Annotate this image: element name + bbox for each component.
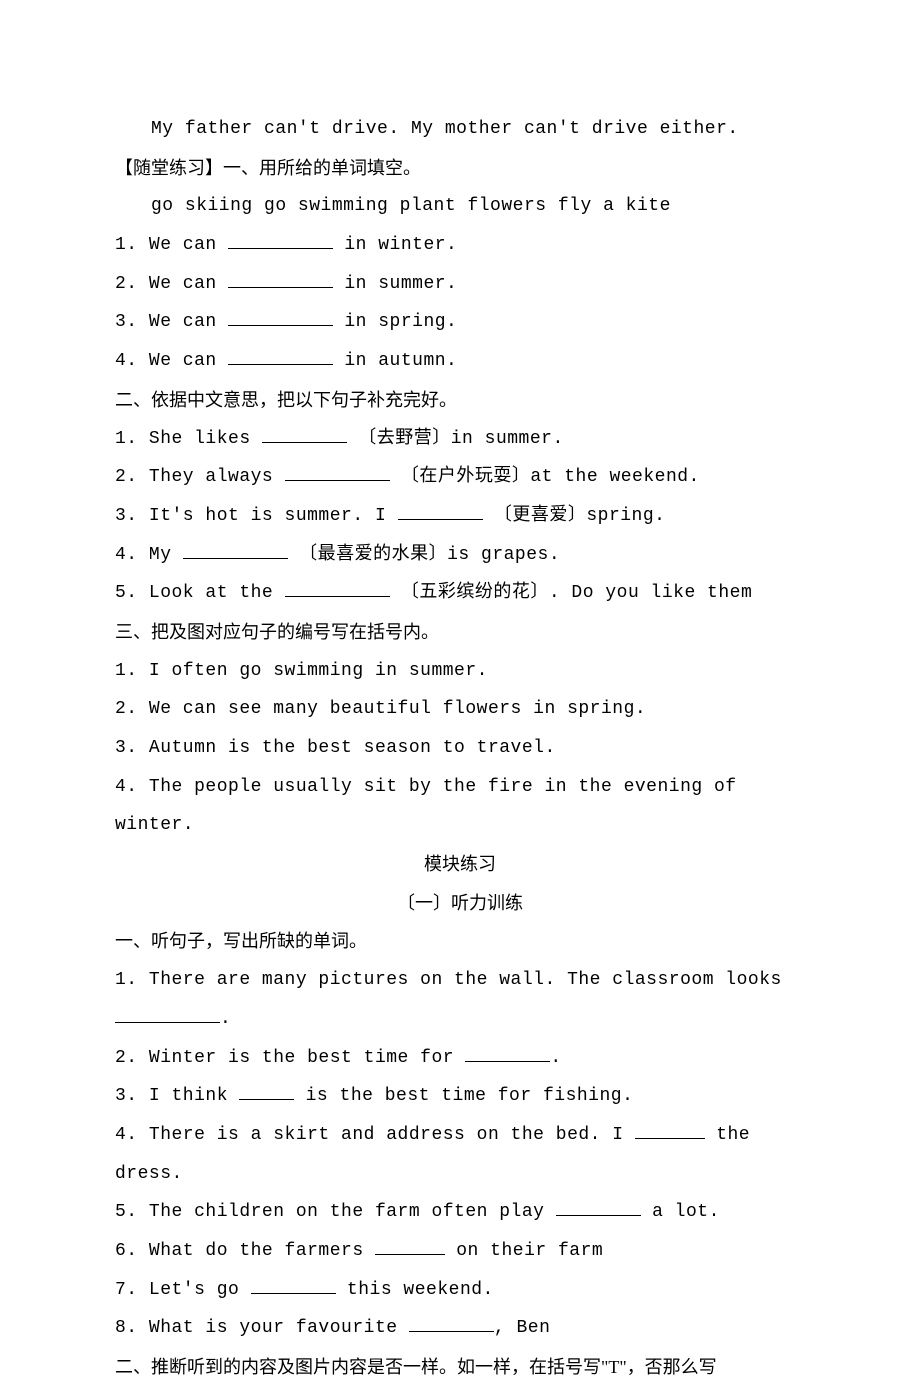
blank [115, 1022, 220, 1023]
ex4-q2-a: 2. Winter is the best time for [115, 1048, 465, 1068]
ex3-q3: 3. Autumn is the best season to travel. [115, 729, 805, 768]
ex1-q4-b: in autumn. [333, 351, 457, 371]
listening-section1-title: 一、听句子，写出所缺的单词。 [115, 922, 805, 961]
ex3-q1: 1. I often go swimming in summer. [115, 652, 805, 691]
ex2-q4: 4. My 〔最喜爱的水果〕is grapes. [115, 536, 805, 575]
ex3-q2: 2. We can see many beautiful flowers in … [115, 690, 805, 729]
classwork-title: 【随堂练习】一、用所给的单词填空。 [115, 149, 805, 188]
ex4-q7-b: this weekend. [336, 1280, 494, 1300]
ex4-q8: 8. What is your favourite , Ben [115, 1309, 805, 1348]
ex1-q1: 1. We can in winter. [115, 226, 805, 265]
ex2-q4-b: 〔最喜爱的水果〕is grapes. [288, 545, 560, 565]
ex4-q3: 3. I think is the best time for fishing. [115, 1077, 805, 1116]
ex4-q4: 4. There is a skirt and address on the b… [115, 1116, 805, 1193]
ex3-q4: 4. The people usually sit by the fire in… [115, 768, 805, 845]
ex2-q5-b: 〔五彩缤纷的花〕. Do you like them [390, 583, 753, 603]
ex2-q4-a: 4. My [115, 545, 183, 565]
ex1-q3-a: 3. We can [115, 312, 228, 332]
ex2-q1-a: 1. She likes [115, 429, 262, 449]
ex4-q6-a: 6. What do the farmers [115, 1241, 375, 1261]
listening-section2-title: 二、推断听到的内容及图片内容是否一样。如一样，在括号写"T"，否那么写 [115, 1348, 805, 1387]
ex4-q5-a: 5. The children on the farm often play [115, 1202, 556, 1222]
ex2-q1-b: 〔去野营〕in summer. [347, 429, 564, 449]
ex1-q1-a: 1. We can [115, 235, 228, 255]
listening-title: 〔一〕听力训练 [115, 884, 805, 923]
ex2-q3-a: 3. It's hot is summer. I [115, 506, 398, 526]
ex4-q8-b: , Ben [494, 1318, 551, 1338]
blank [556, 1215, 641, 1216]
ex4-q1-b: . [220, 1009, 231, 1029]
ex2-q3: 3. It's hot is summer. I 〔更喜爱〕spring. [115, 497, 805, 536]
ex2-q5-a: 5. Look at the [115, 583, 285, 603]
ex2-q2-b: 〔在户外玩耍〕at the weekend. [390, 467, 700, 487]
intro-sentence: My father can't drive. My mother can't d… [115, 110, 805, 149]
blank [375, 1254, 445, 1255]
ex4-q3-b: is the best time for fishing. [294, 1086, 633, 1106]
blank [228, 287, 333, 288]
blank [228, 248, 333, 249]
ex4-q3-a: 3. I think [115, 1086, 239, 1106]
word-bank: go skiing go swimming plant flowers fly … [115, 187, 805, 226]
section3-title: 三、把及图对应句子的编号写在括号内。 [115, 613, 805, 652]
blank [465, 1061, 550, 1062]
ex1-q2-a: 2. We can [115, 274, 228, 294]
blank [398, 519, 483, 520]
blank [285, 480, 390, 481]
blank [228, 364, 333, 365]
ex4-q2-b: . [550, 1048, 561, 1068]
blank [228, 325, 333, 326]
ex4-q4-a: 4. There is a skirt and address on the b… [115, 1125, 635, 1145]
ex4-q1-a: 1. There are many pictures on the wall. … [115, 970, 782, 990]
ex2-q2: 2. They always 〔在户外玩耍〕at the weekend. [115, 458, 805, 497]
ex1-q4: 4. We can in autumn. [115, 342, 805, 381]
ex4-q7-a: 7. Let's go [115, 1280, 251, 1300]
ex4-q1: 1. There are many pictures on the wall. … [115, 961, 805, 1038]
ex4-q5: 5. The children on the farm often play a… [115, 1193, 805, 1232]
blank [183, 558, 288, 559]
ex4-q6: 6. What do the farmers on their farm [115, 1232, 805, 1271]
ex2-q1: 1. She likes 〔去野营〕in summer. [115, 420, 805, 459]
ex4-q8-a: 8. What is your favourite [115, 1318, 409, 1338]
ex4-q2: 2. Winter is the best time for . [115, 1039, 805, 1078]
ex2-q3-b: 〔更喜爱〕spring. [483, 506, 666, 526]
blank [251, 1293, 336, 1294]
ex2-q2-a: 2. They always [115, 467, 285, 487]
module-title: 模块练习 [115, 845, 805, 884]
ex1-q3-b: in spring. [333, 312, 457, 332]
ex1-q4-a: 4. We can [115, 351, 228, 371]
ex1-q2: 2. We can in summer. [115, 265, 805, 304]
ex4-q5-b: a lot. [641, 1202, 720, 1222]
section2-title: 二、依据中文意思，把以下句子补充完好。 [115, 381, 805, 420]
blank [409, 1331, 494, 1332]
ex1-q2-b: in summer. [333, 274, 457, 294]
ex4-q7: 7. Let's go this weekend. [115, 1271, 805, 1310]
ex1-q1-b: in winter. [333, 235, 457, 255]
ex1-q3: 3. We can in spring. [115, 303, 805, 342]
blank [239, 1099, 294, 1100]
blank [285, 596, 390, 597]
blank [262, 442, 347, 443]
ex4-q6-b: on their farm [445, 1241, 603, 1261]
blank [635, 1138, 705, 1139]
ex2-q5: 5. Look at the 〔五彩缤纷的花〕. Do you like the… [115, 574, 805, 613]
